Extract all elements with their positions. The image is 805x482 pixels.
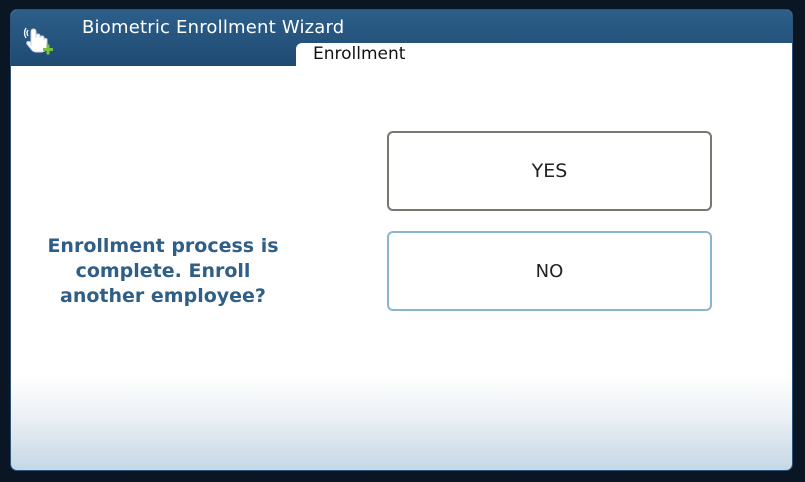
no-button[interactable]: NO <box>387 231 712 311</box>
hand-pointer-plus-icon <box>23 24 53 56</box>
tab-label: Enrollment <box>313 44 406 64</box>
window-title: Biometric Enrollment Wizard <box>82 17 345 38</box>
tab-enrollment[interactable]: Enrollment <box>296 43 792 67</box>
completion-message: Enrollment process is complete. Enroll a… <box>47 235 279 307</box>
wizard-window: Biometric Enrollment Wizard Enrollment E… <box>10 9 793 471</box>
yes-button[interactable]: YES <box>387 131 712 211</box>
